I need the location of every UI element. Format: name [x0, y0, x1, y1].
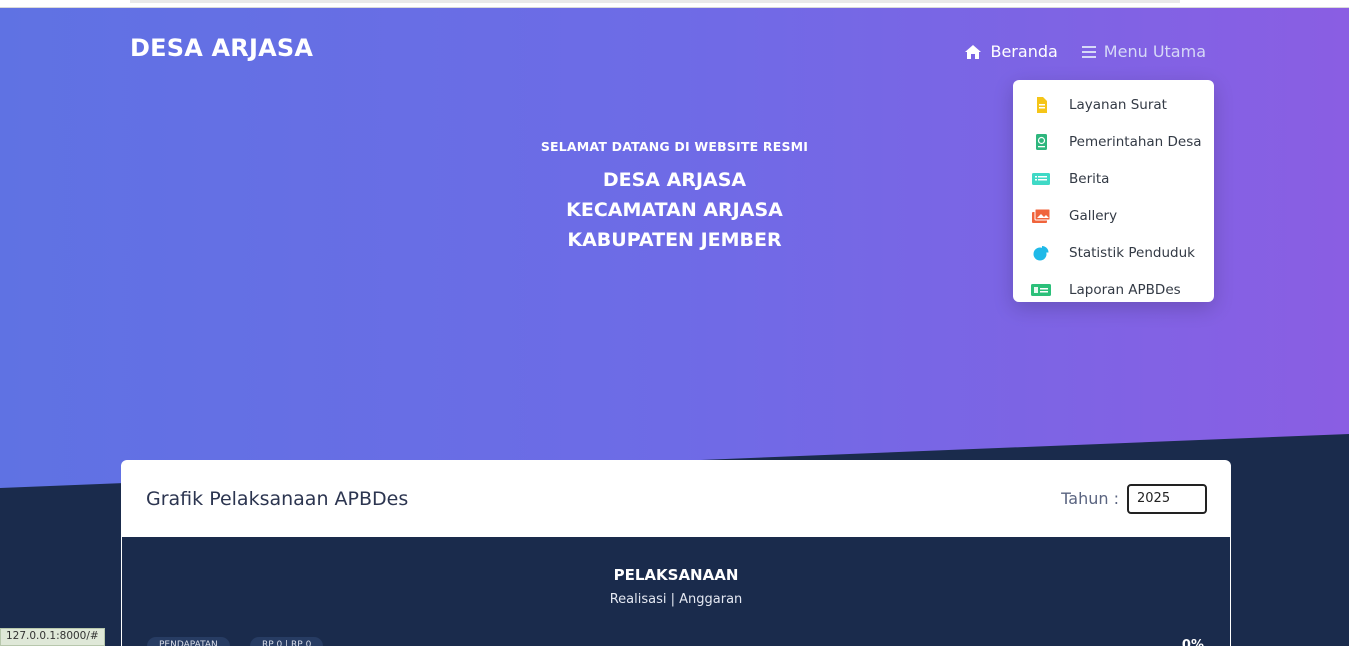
welcome-line-village: DESA ARJASA	[602, 169, 747, 191]
menu-item-laporan-apbdes[interactable]: Laporan APBDes	[1013, 271, 1214, 308]
menu-item-layanan-surat[interactable]: Layanan Surat	[1013, 86, 1214, 123]
percent-label: 0%	[1181, 638, 1204, 646]
menu-item-label: Layanan Surat	[1069, 96, 1167, 113]
chart-panel: PELAKSANAAN Realisasi | Anggaran PENDAPA…	[122, 537, 1230, 646]
chart-subtitle: Realisasi | Anggaran	[609, 592, 743, 607]
welcome-banner: SELAMAT DATANG DI WEBSITE RESMI DESA ARJ…	[0, 139, 1349, 252]
year-input[interactable]	[1127, 483, 1207, 514]
welcome-line-regency: KABUPATEN JEMBER	[567, 229, 782, 251]
welcome-subtitle: SELAMAT DATANG DI WEBSITE RESMI	[540, 139, 809, 154]
nav-main-menu-label: Menu Utama	[1103, 42, 1206, 61]
year-filter: Tahun :	[1061, 483, 1207, 514]
browser-top-strip	[0, 0, 1349, 8]
main-nav: Beranda Menu Utama	[964, 42, 1206, 61]
year-label: Tahun :	[1061, 489, 1119, 508]
card-header: Grafik Pelaksanaan APBDes Tahun :	[121, 460, 1231, 537]
nav-home-label: Beranda	[990, 42, 1058, 61]
document-icon	[1037, 96, 1047, 113]
chart-title: PELAKSANAAN	[613, 566, 739, 584]
apbdes-chart-card: Grafik Pelaksanaan APBDes Tahun : PELAKS…	[121, 460, 1231, 646]
status-bar-url: 127.0.0.1:8000/#	[0, 628, 105, 646]
menu-item-label: Laporan APBDes	[1069, 281, 1181, 298]
nav-main-menu[interactable]: Menu Utama	[1081, 42, 1206, 61]
top-strip-bar	[130, 0, 1180, 3]
card-title: Grafik Pelaksanaan APBDes	[146, 487, 409, 510]
welcome-line-district: KECAMATAN ARJASA	[566, 199, 783, 221]
money-icon	[1031, 283, 1051, 296]
hamburger-icon	[1081, 45, 1096, 58]
nav-home[interactable]: Beranda	[964, 42, 1058, 61]
category-pill: PENDAPATAN	[147, 637, 230, 646]
home-icon	[965, 44, 982, 59]
amount-pill: RP 0 | RP 0	[250, 637, 324, 646]
site-brand[interactable]: DESA ARJASA	[130, 34, 313, 62]
